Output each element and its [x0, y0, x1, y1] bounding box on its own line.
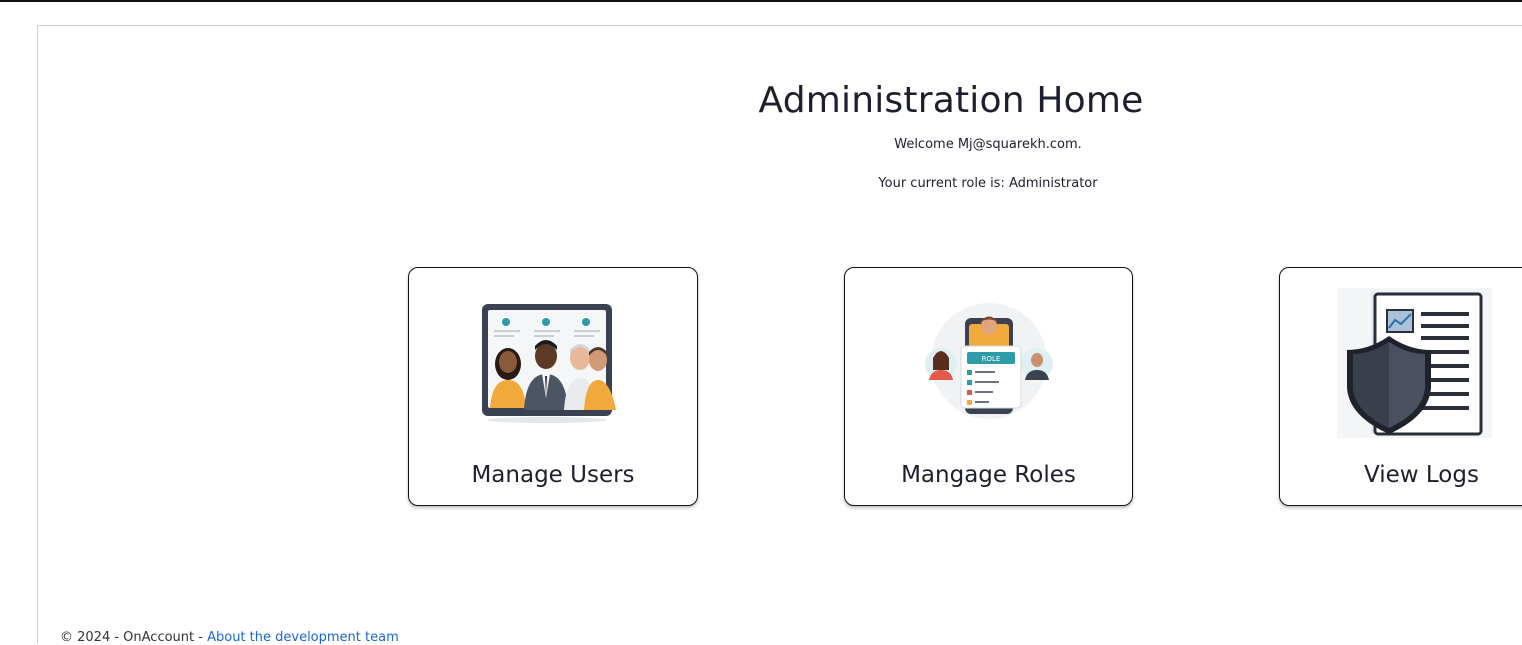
manage-users-label: Manage Users	[471, 462, 635, 488]
top-border	[0, 0, 1522, 2]
view-logs-label: View Logs	[1364, 462, 1479, 488]
view-logs-card[interactable]: View Logs	[1279, 267, 1522, 506]
role-document-illustration: ROLE	[909, 296, 1069, 426]
manage-roles-label: Mangage Roles	[901, 462, 1076, 488]
manage-users-card[interactable]: Manage Users	[408, 267, 698, 506]
page-title: Administration Home	[758, 80, 1144, 121]
welcome-text: Welcome Mj@squarekh.com.	[894, 137, 1082, 152]
current-role-text: Your current role is: Administrator	[878, 176, 1098, 191]
manage-roles-card[interactable]: ROLE Mangage Roles	[844, 267, 1133, 506]
svg-text:ROLE: ROLE	[981, 355, 1000, 363]
shield-document-illustration	[1337, 288, 1492, 438]
users-video-call-illustration	[468, 298, 638, 426]
